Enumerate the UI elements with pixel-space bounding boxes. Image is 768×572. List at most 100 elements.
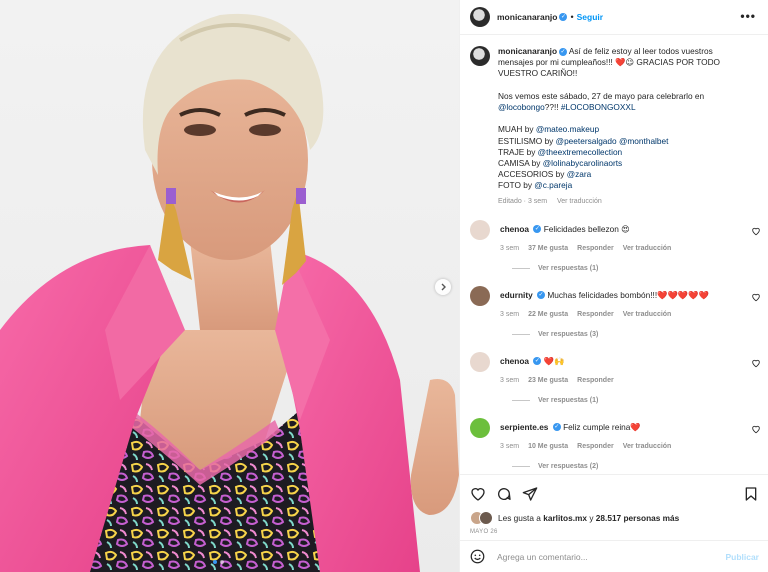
caption-edited: Editado · 3 sem [498, 197, 548, 205]
follow-button[interactable]: Seguir [577, 12, 603, 22]
comment-likes[interactable]: 10 Me gusta [528, 443, 568, 450]
comment-username[interactable]: chenoa [500, 356, 529, 366]
translate-button[interactable]: Ver traducción [623, 443, 672, 450]
view-replies-label: Ver respuestas (1) [538, 264, 599, 272]
comment-username[interactable]: chenoa [500, 224, 529, 234]
post-header: monicanaranjo ✓ • Seguir ••• [460, 0, 768, 35]
carousel-dot [220, 560, 224, 564]
comment-like-icon[interactable] [751, 226, 761, 236]
reply-button[interactable]: Responder [577, 245, 614, 252]
comment-avatar[interactable] [470, 219, 490, 240]
view-replies-button[interactable]: Ver respuestas (3) [512, 331, 759, 338]
comment-time: 3 sem [500, 310, 520, 318]
view-replies-button[interactable]: Ver respuestas (2) [512, 463, 759, 470]
comment-item: edurnity ✓ Muchas felicidades bombón!!!❤… [460, 285, 768, 338]
comment-icon[interactable] [496, 486, 512, 502]
portrait-image [0, 13, 459, 572]
next-photo-button[interactable] [435, 279, 451, 295]
caption-avatar[interactable] [470, 46, 490, 66]
comment-text: ❤️🙌 [543, 355, 565, 366]
comment-like-icon[interactable] [751, 358, 761, 368]
credit-line: CAMISA by @lolinabycarolinaorts [498, 158, 622, 168]
comment-meta: 3 sem 23 Me gusta Responder [500, 377, 759, 384]
verified-badge-icon: ✓ [537, 291, 546, 300]
caption-event-punct: ??!! [544, 102, 561, 113]
post-actions: Les gusta a karlitos.mx y 28.517 persona… [460, 474, 768, 535]
post-side-panel: monicanaranjo ✓ • Seguir ••• monicanaran… [459, 0, 768, 572]
more-options-icon[interactable]: ••• [740, 10, 756, 22]
next-arrow-icon [441, 283, 446, 291]
liker-username[interactable]: karlitos.mx [543, 513, 587, 523]
credit-link[interactable]: @peetersalgado @monthalbet [556, 136, 669, 146]
credit-line: ESTILISMO by @peetersalgado @monthalbet [498, 136, 668, 146]
credit-line: FOTO by @c.pareja [498, 180, 572, 190]
comment-avatar[interactable] [470, 417, 490, 438]
caption-event: Nos vemos este sábado, 27 de mayo para c… [498, 90, 705, 101]
comment-text: Felicidades bellezon 😍 [543, 223, 630, 234]
caption-translate-link[interactable]: Ver traducción [557, 198, 602, 205]
liker-avatars [470, 511, 498, 525]
comment-username[interactable]: serpiente.es [500, 422, 548, 432]
comment-meta: 3 sem 22 Me gusta Responder Ver traducción [500, 311, 759, 318]
likes-count[interactable]: 28.517 personas más [596, 513, 679, 523]
bookmark-icon[interactable] [743, 486, 759, 502]
comment-avatar[interactable] [470, 351, 490, 372]
comment-like-icon[interactable] [751, 424, 761, 434]
caption-username[interactable]: monicanaranjo [498, 46, 557, 56]
reply-button[interactable]: Responder [577, 377, 614, 384]
credit-prefix: CAMISA by [498, 158, 543, 169]
likes-summary[interactable]: Les gusta a karlitos.mx y 28.517 persona… [470, 511, 759, 525]
credit-link[interactable]: @zara [567, 169, 592, 179]
credit-prefix: MUAH by [498, 124, 536, 135]
view-replies-button[interactable]: Ver respuestas (1) [512, 397, 759, 404]
comment-username[interactable]: edurnity [500, 290, 533, 300]
reply-button[interactable]: Responder [577, 311, 614, 318]
comment-avatar[interactable] [470, 285, 490, 306]
comment-likes[interactable]: 23 Me gusta [528, 377, 568, 384]
translate-button[interactable]: Ver traducción [623, 245, 672, 252]
credit-prefix: TRAJE by [498, 146, 538, 157]
author-username[interactable]: monicanaranjo [497, 12, 557, 22]
credit-line: ACCESORIOS by @zara [498, 169, 591, 179]
translate-button[interactable]: Ver traducción [623, 311, 672, 318]
carousel-dots [213, 560, 224, 564]
credit-prefix: ACCESORIOS by [498, 169, 567, 180]
view-replies-label: Ver respuestas (1) [538, 396, 599, 404]
caption-line-2: mensajes por mi cumpleaños!!! ❤️😉 GRACIA… [498, 57, 721, 68]
share-icon[interactable] [522, 486, 538, 502]
hashtag-link[interactable]: #LOCOBONGOXXL [561, 102, 636, 112]
post-photo[interactable] [0, 0, 459, 572]
credit-link[interactable]: @lolinabycarolinaorts [543, 158, 622, 168]
comments-scroll[interactable]: monicanaranjo ✓ Así de feliz estoy al lee… [460, 36, 768, 470]
credit-prefix: ESTILISMO by [498, 135, 556, 146]
likes-text: Les gusta a karlitos.mx y 28.517 persona… [498, 513, 679, 523]
heart-icon[interactable] [470, 486, 486, 502]
post-date: MAYO 26 [470, 529, 498, 535]
comment-item: chenoa ✓ ❤️🙌 3 sem 23 Me gusta Responder V… [460, 351, 768, 404]
reply-button[interactable]: Responder [577, 443, 614, 450]
caption-meta: Editado · 3 sem Ver traducción [498, 198, 768, 205]
verified-badge-icon: ✓ [552, 423, 561, 432]
carousel-dot-active [213, 560, 217, 564]
credit-link[interactable]: @mateo.makeup [536, 124, 599, 134]
view-replies-button[interactable]: Ver respuestas (1) [512, 265, 759, 272]
comment-likes[interactable]: 22 Me gusta [528, 311, 568, 318]
comment-text: Feliz cumple reina❤️ [563, 421, 641, 432]
publish-button[interactable]: Publicar [725, 552, 759, 562]
comment-meta: 3 sem 37 Me gusta Responder Ver traducción [500, 245, 759, 252]
add-comment-bar: Agrega un comentario... Publicar [460, 540, 768, 572]
author-avatar[interactable] [470, 7, 490, 27]
comment-item: chenoa ✓ Felicidades bellezon 😍 3 sem 37 … [460, 219, 768, 272]
comment-likes[interactable]: 37 Me gusta [528, 245, 568, 252]
view-replies-label: Ver respuestas (3) [538, 330, 599, 338]
credit-prefix: FOTO by [498, 180, 535, 191]
comment-like-icon[interactable] [751, 292, 761, 302]
likes-prefix: Les gusta a [498, 513, 544, 523]
comment-time: 3 sem [500, 376, 520, 384]
mention-link[interactable]: @locobongo [498, 102, 545, 112]
emoji-icon[interactable] [470, 549, 485, 564]
comment-input[interactable]: Agrega un comentario... [497, 552, 588, 562]
credit-link[interactable]: @c.pareja [534, 180, 572, 190]
comment-meta: 3 sem 10 Me gusta Responder Ver traducción [500, 443, 759, 450]
credit-link[interactable]: @theextremecollection [538, 147, 623, 157]
